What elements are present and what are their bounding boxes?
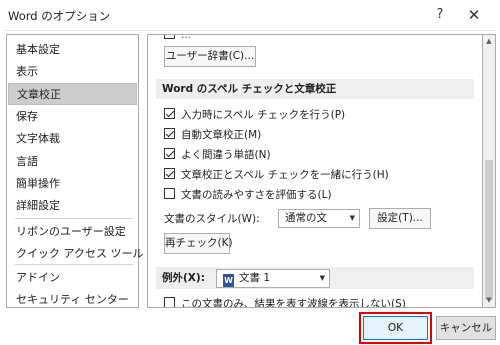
sidebar-item-display[interactable]: 表示 [8, 61, 137, 83]
writing-style-select[interactable]: 通常の文 ▼ [278, 209, 360, 228]
partial-checkbox[interactable] [164, 35, 175, 39]
sidebar-item-addins[interactable]: アドイン [8, 267, 137, 289]
checkbox-checked[interactable] [164, 168, 175, 179]
sidebar-divider [15, 218, 133, 219]
partial-option-row: ... [164, 34, 192, 43]
help-button[interactable]: ? [428, 4, 452, 26]
option-check-spelling-as-type[interactable]: 入力時にスペル チェックを行う(P) [164, 107, 345, 123]
option-label: 自動文章校正(M) [181, 129, 262, 141]
close-button[interactable]: ✕ [462, 4, 486, 26]
exceptions-label: 例外(X): [162, 272, 205, 284]
checkbox-unchecked[interactable] [164, 297, 175, 307]
sidebar-item-trust-center[interactable]: セキュリティ センター [8, 289, 137, 311]
sidebar-item-customize-ribbon[interactable]: リボンのユーザー設定 [8, 221, 137, 243]
checkbox-unchecked[interactable] [164, 188, 175, 199]
content-scrollbar[interactable]: ▲ ▼ [483, 34, 496, 308]
partial-option-label: ... [181, 34, 192, 41]
settings-button[interactable]: 設定(T)... [369, 208, 431, 229]
scrollbar-thumb[interactable] [485, 160, 493, 300]
category-sidebar: 基本設定 表示 文章校正 保存 文字体裁 言語 簡単操作 詳細設定 リボンのユー… [6, 34, 169, 311]
sidebar-item-accessibility[interactable]: 簡単操作 [8, 173, 137, 195]
chevron-down-icon: ▼ [319, 274, 325, 282]
checkbox-checked[interactable] [164, 128, 175, 139]
exceptions-document-select[interactable]: W 文書 1 ▼ [216, 269, 330, 288]
checkbox-checked[interactable] [164, 148, 175, 159]
exceptions-document-value: 文書 1 [239, 272, 271, 284]
scroll-down-icon[interactable]: ▼ [483, 294, 495, 307]
sidebar-item-save[interactable]: 保存 [8, 106, 137, 128]
sidebar-item-typography[interactable]: 文字体裁 [8, 128, 137, 150]
scroll-up-icon[interactable]: ▲ [483, 35, 495, 48]
option-frequently-confused-words[interactable]: よく間違う単語(N) [164, 147, 271, 163]
title-bar: Word のオプション ? ✕ [0, 0, 500, 30]
option-label: 文章校正とスペル チェックを一緒に行う(H) [181, 169, 389, 181]
spelling-section-title: Word のスペル チェックと文章校正 [156, 79, 474, 99]
sidebar-item-quick-access-toolbar[interactable]: クイック アクセス ツール バー [8, 243, 169, 265]
option-label: よく間違う単語(N) [181, 149, 271, 161]
window-title: Word のオプション [8, 9, 111, 23]
option-label: 入力時にスペル チェックを行う(P) [181, 109, 346, 121]
option-label: この文書のみ、結果を表す波線を表示しない(S) [181, 298, 406, 308]
sidebar-divider [15, 264, 133, 265]
option-readability-statistics[interactable]: 文書の読みやすさを評価する(L) [164, 187, 332, 203]
word-document-icon: W [223, 274, 234, 287]
options-dialog: 基本設定 表示 文章校正 保存 文字体裁 言語 簡単操作 詳細設定 リボンのユー… [4, 30, 496, 344]
sidebar-item-proofing[interactable]: 文章校正 [8, 83, 137, 105]
writing-style-value: 通常の文 [285, 212, 327, 224]
sidebar-item-advanced[interactable]: 詳細設定 [8, 195, 137, 217]
option-hide-spelling-errors[interactable]: この文書のみ、結果を表す波線を表示しない(S) [164, 296, 406, 308]
writing-style-label: 文書のスタイル(W): [164, 213, 260, 225]
proofing-panel: ... ユーザー辞書(C)... Word のスペル チェックと文章校正 入力時… [147, 34, 483, 308]
chevron-down-icon: ▼ [349, 214, 355, 222]
option-label: 文書の読みやすさを評価する(L) [181, 189, 332, 201]
sidebar-item-language[interactable]: 言語 [8, 151, 137, 173]
sidebar-item-general[interactable]: 基本設定 [8, 39, 137, 61]
option-check-grammar-with-spelling[interactable]: 文章校正とスペル チェックを一緒に行う(H) [164, 167, 389, 183]
option-mark-grammar-errors[interactable]: 自動文章校正(M) [164, 127, 261, 143]
checkbox-checked[interactable] [164, 108, 175, 119]
custom-dictionaries-button[interactable]: ユーザー辞書(C)... [164, 46, 256, 67]
ok-button[interactable]: OK [359, 312, 432, 344]
recheck-document-button[interactable]: 再チェック(K) [164, 233, 233, 254]
cancel-button[interactable]: キャンセル [436, 316, 496, 340]
